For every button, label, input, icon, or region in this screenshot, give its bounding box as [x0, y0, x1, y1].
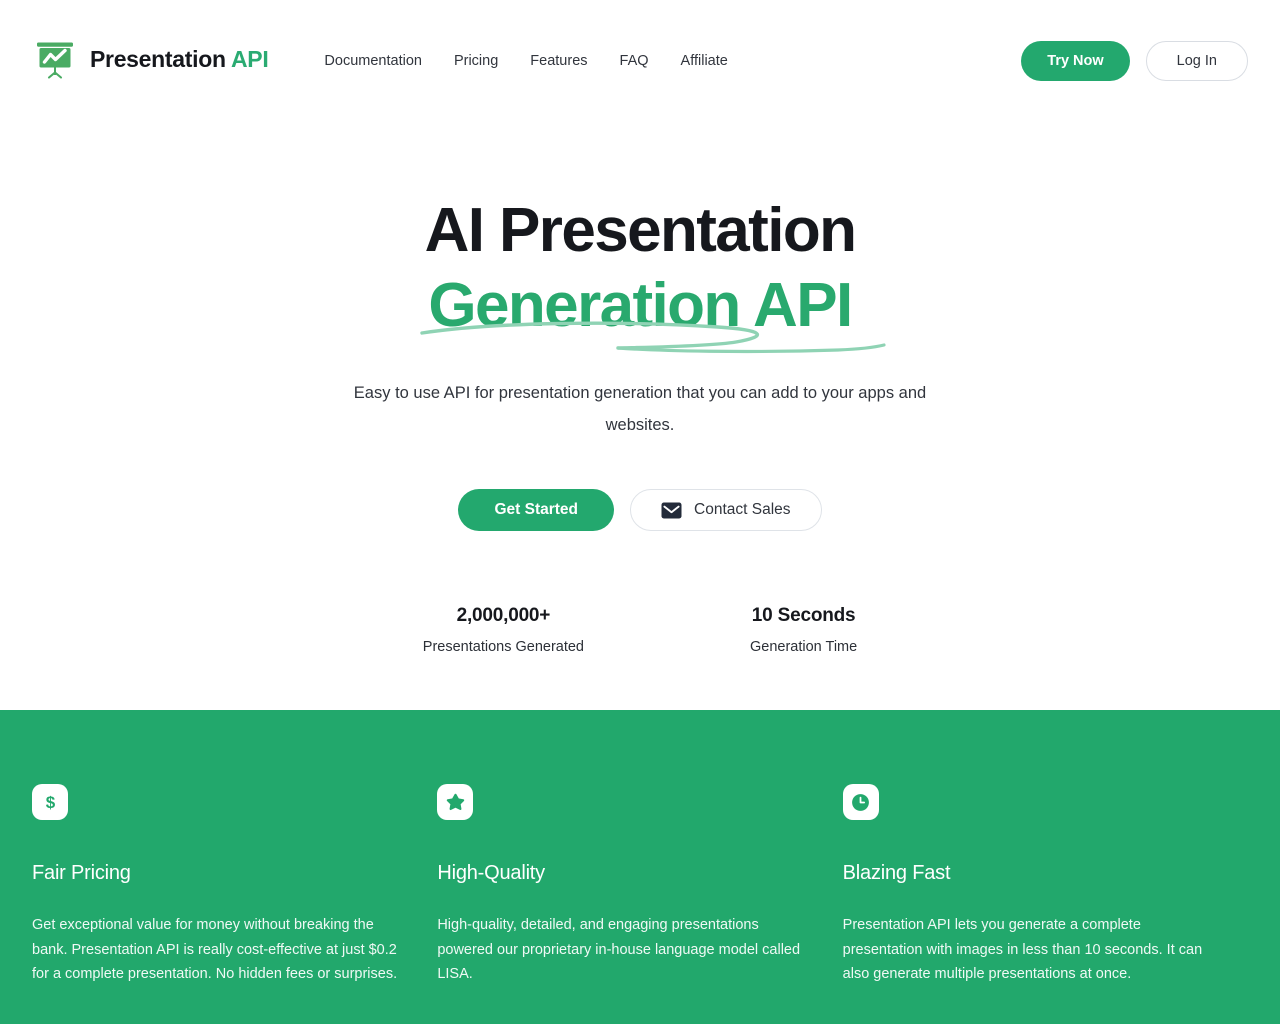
- stat-generation-time: 10 Seconds Generation Time: [750, 605, 857, 655]
- contact-sales-label: Contact Sales: [694, 501, 791, 518]
- envelope-icon: [661, 502, 682, 518]
- hero-section: AI Presentation Generation API Easy to u…: [0, 124, 1280, 656]
- stat-value: 10 Seconds: [751, 605, 856, 626]
- feature-title: Fair Pricing: [32, 862, 131, 884]
- svg-text:$: $: [45, 793, 55, 812]
- feature-body: Get exceptional value for money without …: [32, 917, 398, 982]
- hero-title-line-1: AI Presentation: [424, 196, 857, 265]
- feature-card-fair-pricing: $ Fair Pricing Get exceptional value for…: [32, 784, 437, 1024]
- log-in-button[interactable]: Log In: [1145, 41, 1248, 81]
- feature-body: High-quality, detailed, and engaging pre…: [437, 917, 801, 982]
- page-title: AI Presentation Generation API: [425, 200, 857, 340]
- stat-value: 2,000,000+: [456, 605, 551, 626]
- nav-item-affiliate[interactable]: Affiliate: [681, 53, 728, 69]
- feature-card-blazing-fast: Blazing Fast Presentation API lets you g…: [842, 784, 1248, 1024]
- brand-name: Presentation API: [90, 45, 269, 73]
- get-started-button[interactable]: Get Started: [458, 489, 615, 531]
- clock-icon: [842, 784, 879, 820]
- dollar-sign-icon: $: [32, 784, 68, 820]
- nav-item-faq[interactable]: FAQ: [620, 53, 649, 69]
- feature-body: Presentation API lets you generate a com…: [842, 917, 1203, 982]
- presentation-board-icon: [37, 42, 73, 79]
- stat-label: Presentations Generated: [422, 639, 584, 655]
- nav-item-pricing[interactable]: Pricing: [454, 53, 498, 69]
- hero-subtitle: Easy to use API for presentation generat…: [353, 384, 927, 434]
- nav-item-documentation[interactable]: Documentation: [324, 53, 422, 69]
- stat-label: Generation Time: [750, 639, 858, 655]
- brand-name-primary: Presentation: [90, 45, 226, 72]
- feature-title: Blazing Fast: [842, 862, 951, 884]
- site-header: Presentation API Documentation Pricing F…: [0, 0, 1280, 124]
- feature-title: High-Quality: [437, 862, 545, 884]
- features-section: $ Fair Pricing Get exceptional value for…: [0, 710, 1280, 1024]
- hero-title-wrap: AI Presentation Generation API: [419, 200, 886, 354]
- try-now-button[interactable]: Try Now: [1021, 41, 1130, 81]
- main-navigation: Documentation Pricing Features FAQ Affil…: [324, 36, 1021, 86]
- star-icon: [437, 784, 474, 820]
- hero-cta-group: Get Started Contact Sales: [0, 489, 1280, 531]
- hero-title-line-2: Generation API: [428, 271, 853, 340]
- brand-logo-link[interactable]: Presentation API: [32, 36, 269, 82]
- feature-card-high-quality: High-Quality High-quality, detailed, and…: [437, 784, 842, 1024]
- header-actions: Try Now Log In: [1021, 36, 1248, 86]
- nav-item-features[interactable]: Features: [530, 53, 587, 69]
- stat-presentations-generated: 2,000,000+ Presentations Generated: [423, 605, 584, 655]
- hero-stats: 2,000,000+ Presentations Generated 10 Se…: [0, 605, 1280, 655]
- brand-name-accent: API: [230, 45, 269, 72]
- contact-sales-button[interactable]: Contact Sales: [630, 489, 822, 531]
